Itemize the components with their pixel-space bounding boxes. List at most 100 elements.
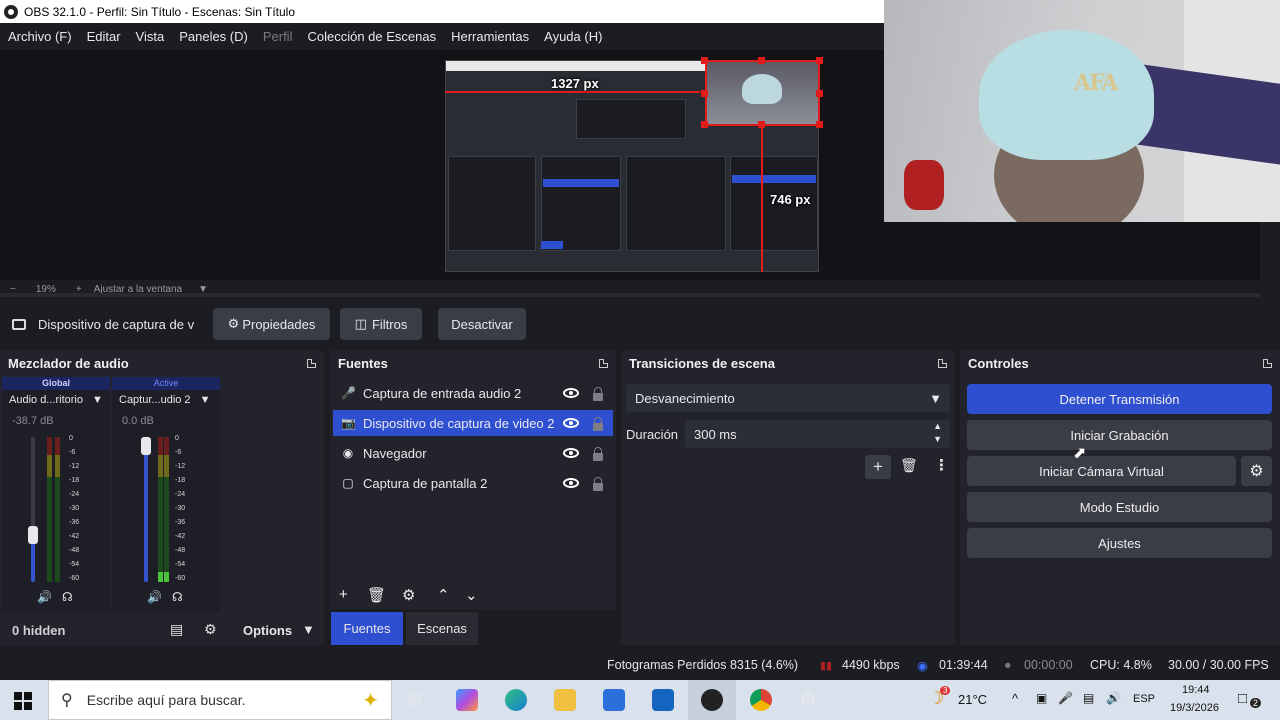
channel-name[interactable]: Captur...udio 2 ▼ [119,394,211,406]
resize-handle[interactable] [701,90,708,97]
lock-icon[interactable] [593,477,603,491]
resize-handle[interactable] [758,121,765,128]
source-item-video-capture[interactable]: 📷 Dispositivo de captura de video 2 [333,410,613,436]
resize-handle[interactable] [701,57,708,64]
stop-stream-button[interactable]: Detener Transmisión [967,384,1272,414]
tray-chevron-icon[interactable]: ^ [1012,691,1018,706]
spin-down-icon[interactable]: ▼ [933,434,942,444]
source-properties-icon[interactable]: ⚙ [402,586,415,604]
webcam-source-selected[interactable] [705,60,820,126]
menu-docks[interactable]: Paneles (D) [179,29,248,44]
visibility-eye-icon[interactable] [563,448,579,458]
visibility-eye-icon[interactable] [563,478,579,488]
start-virtual-camera-button[interactable]: Iniciar Cámara Virtual [967,456,1236,486]
preview-scrollbar[interactable] [0,293,1260,297]
lock-icon[interactable] [593,387,603,401]
lock-icon[interactable] [593,447,603,461]
options-dropdown-icon[interactable]: ▼ [302,622,315,637]
resize-handle[interactable] [816,57,823,64]
chrome-icon[interactable] [750,689,772,711]
windows-start-icon[interactable] [14,692,32,710]
settings-button[interactable]: Ajustes [967,528,1272,558]
dock-float-icon[interactable] [938,359,947,368]
channel-name[interactable]: Audio d...ritorio ▼ [9,394,103,406]
fader-track[interactable] [144,447,148,582]
deactivate-button[interactable]: Desactivar [438,308,526,340]
menu-scene-collection[interactable]: Colección de Escenas [307,29,436,44]
copilot-icon[interactable] [456,689,478,711]
speaker-icon[interactable]: 🔊 [147,590,162,604]
network-tray-icon[interactable]: ▤ [1083,691,1094,705]
dock-float-icon[interactable] [599,359,608,368]
volume-fader[interactable] [141,437,151,455]
taskbar-search[interactable]: ⚲ Escribe aquí para buscar. ✦ [48,680,392,720]
source-item-browser[interactable]: ◉ Navegador [333,440,613,466]
captured-transitions [626,156,726,251]
settings-gear-icon[interactable]: ⚙ [799,687,817,712]
task-view-icon[interactable]: ▤ [406,689,422,709]
chevron-down-icon: ▼ [929,390,942,406]
menu-edit[interactable]: Editar [87,29,121,44]
resize-handle[interactable] [701,121,708,128]
visibility-eye-icon[interactable] [563,388,579,398]
menu-profile[interactable]: Perfil [263,29,293,44]
transition-select[interactable]: Desvanecimiento ▼ [626,384,950,412]
dock-float-icon[interactable] [1263,359,1272,368]
menu-file[interactable]: Archivo (F) [8,29,72,44]
obs-taskbar-active[interactable] [688,680,736,720]
remove-transition-icon[interactable]: 🗑 [900,457,918,474]
properties-button[interactable]: ⚙ Propiedades [213,308,330,340]
add-source-icon[interactable]: + [339,586,348,603]
clock-time[interactable]: 19:44 [1182,684,1210,696]
remove-source-icon[interactable]: 🗑 [367,586,386,604]
duration-spinbox[interactable]: 300 ms ▲ ▼ [685,420,950,448]
resize-handle[interactable] [816,121,823,128]
volume-fader[interactable] [28,526,38,544]
temperature[interactable]: 21°C [958,692,987,707]
studio-mode-button[interactable]: Modo Estudio [967,492,1272,522]
obs-logo-icon [4,4,18,19]
volume-tray-icon[interactable]: 🔊 [1106,691,1121,705]
weather-badge: 3 [940,686,951,695]
resize-handle[interactable] [816,90,823,97]
source-item-screen-capture[interactable]: ▢ Captura de pantalla 2 [333,470,613,496]
spin-up-icon[interactable]: ▲ [933,421,942,431]
tab-sources[interactable]: Fuentes [331,612,403,645]
menu-help[interactable]: Ayuda (H) [544,29,602,44]
resize-handle[interactable] [758,57,765,64]
language-indicator[interactable]: ESP [1133,693,1155,705]
outlook-icon[interactable] [652,689,674,711]
channel-global-label: Global [2,377,110,390]
headphones-icon[interactable]: ☊ [62,590,73,604]
lock-icon[interactable] [593,417,603,431]
bitrate: 4490 kbps [842,658,900,672]
file-explorer-icon[interactable] [554,689,576,711]
menu-view[interactable]: Vista [136,29,165,44]
headphones-icon[interactable]: ☊ [172,590,183,604]
move-down-icon[interactable]: ⌄ [465,586,478,604]
visibility-eye-icon[interactable] [563,418,579,428]
layout-icon[interactable]: ▤ [170,621,183,638]
menu-tools[interactable]: Herramientas [451,29,529,44]
source-item-audio-input[interactable]: 🎤 Captura de entrada audio 2 [333,380,613,406]
add-transition-icon[interactable]: + [865,455,891,479]
filters-button[interactable]: ◫ Filtros [340,308,422,340]
store-icon[interactable] [603,689,625,711]
mic-tray-icon[interactable]: 🎤 [1058,691,1073,705]
fader-track-empty[interactable] [31,437,35,537]
speaker-icon[interactable]: 🔊 [37,590,52,604]
move-up-icon[interactable]: ⌃ [437,586,450,604]
transition-menu-icon[interactable]: ⋮ [934,456,949,474]
virtual-camera-settings-gear-icon[interactable]: ⚙ [1241,456,1272,486]
edge-icon[interactable] [505,689,527,711]
camera-tray-icon[interactable]: ▣ [1036,691,1047,705]
dock-float-icon[interactable] [307,359,316,368]
options-button[interactable]: Options [243,623,292,638]
notification-icon[interactable]: □ [1238,690,1247,707]
clock-date[interactable]: 19/3/2026 [1170,702,1219,714]
record-icon: ● [1004,658,1012,672]
start-recording-button[interactable]: Iniciar Grabación [967,420,1272,450]
windows-taskbar: ⚲ Escribe aquí para buscar. ✦ ▤ ⚙ ☽ 3 21… [0,680,1280,720]
advanced-audio-icon[interactable]: ⚙ [204,621,217,638]
tab-scenes[interactable]: Escenas [406,612,478,645]
